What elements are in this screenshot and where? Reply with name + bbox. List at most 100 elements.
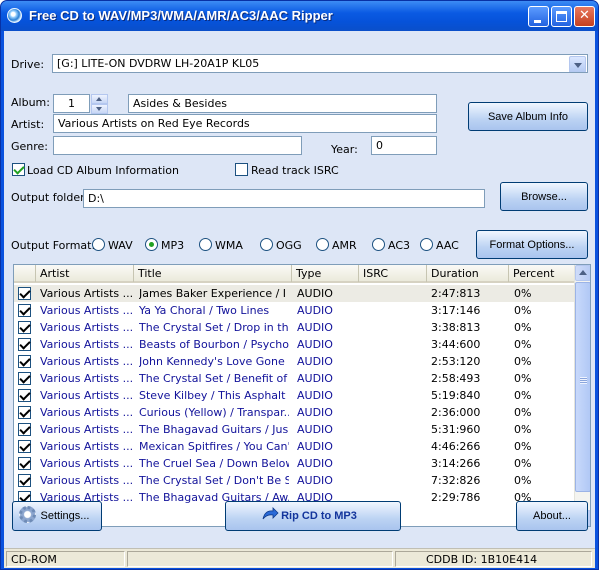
format-label-mp3[interactable]: MP3: [161, 239, 184, 252]
output-folder-field[interactable]: D:\: [83, 189, 485, 208]
track-checkbox[interactable]: [18, 457, 31, 470]
genre-field[interactable]: [53, 136, 302, 155]
year-label: Year:: [331, 143, 358, 156]
track-title: Steve Kilbey / This Asphalt ...: [139, 389, 289, 402]
table-row[interactable]: Various Artists ... The Crystal Set / Ben…: [14, 370, 576, 387]
table-row[interactable]: Various Artists ... The Crystal Set / Don…: [14, 472, 576, 489]
load-cd-info-label[interactable]: Load CD Album Information: [27, 164, 179, 177]
format-options-button[interactable]: Format Options...: [476, 230, 588, 259]
load-cd-info-checkbox[interactable]: [12, 163, 25, 176]
track-percent: 0%: [514, 406, 532, 419]
format-radio-wma[interactable]: [199, 238, 212, 251]
table-row[interactable]: Various Artists ... The Bhagavad Guitars …: [14, 421, 576, 438]
drive-label: Drive:: [11, 58, 45, 71]
table-row[interactable]: Various Artists ... Ya Ya Choral / Two Li…: [14, 302, 576, 319]
column-header-percent[interactable]: Percent: [509, 265, 576, 282]
save-album-info-button[interactable]: Save Album Info: [468, 102, 588, 131]
track-checkbox[interactable]: [18, 321, 31, 334]
format-radio-wav[interactable]: [92, 238, 105, 251]
table-row[interactable]: Various Artists ... The Cruel Sea / Down …: [14, 455, 576, 472]
table-row[interactable]: Various Artists ... Steve Kilbey / This A…: [14, 387, 576, 404]
format-label-amr[interactable]: AMR: [332, 239, 357, 252]
track-percent: 0%: [514, 338, 532, 351]
about-button[interactable]: About...: [516, 501, 588, 531]
track-type: AUDIO: [297, 474, 333, 487]
format-radio-ac3[interactable]: [372, 238, 385, 251]
format-radio-mp3[interactable]: [145, 238, 158, 251]
title-bar[interactable]: Free CD to WAV/MP3/WMA/AMR/AC3/AAC Rippe…: [1, 1, 598, 31]
column-header-artist[interactable]: Artist: [36, 265, 134, 282]
format-label-ogg[interactable]: OGG: [276, 239, 302, 252]
column-header-check[interactable]: [14, 265, 36, 282]
track-checkbox[interactable]: [18, 338, 31, 351]
maximize-button[interactable]: [551, 6, 572, 27]
track-duration: 3:14:266: [431, 457, 481, 470]
table-row[interactable]: Various Artists ... John Kennedy's Love G…: [14, 353, 576, 370]
track-checkbox[interactable]: [18, 372, 31, 385]
track-checkbox[interactable]: [18, 440, 31, 453]
format-label-wma[interactable]: WMA: [215, 239, 243, 252]
track-type: AUDIO: [297, 287, 333, 300]
table-row[interactable]: Various Artists ... Beasts of Bourbon / P…: [14, 336, 576, 353]
track-type: AUDIO: [297, 372, 333, 385]
track-checkbox[interactable]: [18, 406, 31, 419]
scroll-up-icon[interactable]: [575, 265, 590, 281]
spin-up-icon[interactable]: [91, 94, 108, 104]
track-title: The Cruel Sea / Down Below: [139, 457, 289, 470]
track-duration: 2:36:000: [431, 406, 481, 419]
chevron-down-icon[interactable]: [569, 56, 586, 72]
track-checkbox[interactable]: [18, 287, 31, 300]
track-type: AUDIO: [297, 406, 333, 419]
track-checkbox[interactable]: [18, 304, 31, 317]
format-radio-ogg[interactable]: [260, 238, 273, 251]
table-row[interactable]: Various Artists ... The Crystal Set / Dro…: [14, 319, 576, 336]
rip-button[interactable]: Rip CD to MP3: [225, 501, 401, 531]
track-type: AUDIO: [297, 338, 333, 351]
scrollbar-thumb[interactable]: [575, 282, 590, 492]
app-window: Free CD to WAV/MP3/WMA/AMR/AC3/AAC Rippe…: [0, 0, 599, 570]
drive-select[interactable]: [G:] LITE-ON DVDRW LH-20A1P KL05: [52, 54, 588, 73]
album-name-field[interactable]: Asides & Besides: [128, 94, 437, 113]
album-number-field[interactable]: 1: [53, 94, 90, 113]
spin-down-icon[interactable]: [91, 104, 108, 114]
format-label-wav[interactable]: WAV: [108, 239, 133, 252]
main-panel: Drive: [G:] LITE-ON DVDRW LH-20A1P KL05 …: [4, 31, 595, 568]
track-checkbox[interactable]: [18, 474, 31, 487]
track-checkbox[interactable]: [18, 355, 31, 368]
track-checkbox[interactable]: [18, 423, 31, 436]
read-isrc-label[interactable]: Read track ISRC: [251, 164, 339, 177]
track-artist: Various Artists ...: [40, 440, 134, 453]
column-header-duration[interactable]: Duration: [427, 265, 509, 282]
format-label-aac[interactable]: AAC: [436, 239, 459, 252]
status-panel-middle: [127, 551, 393, 567]
track-title: Beasts of Bourbon / Psycho: [139, 338, 289, 351]
track-list-scrollbar[interactable]: [574, 265, 590, 526]
format-label-ac3[interactable]: AC3: [388, 239, 410, 252]
artist-field[interactable]: Various Artists on Red Eye Records: [53, 114, 437, 133]
column-header-type[interactable]: Type: [292, 265, 359, 282]
column-header-isrc[interactable]: ISRC: [359, 265, 427, 282]
year-field[interactable]: 0: [371, 136, 437, 155]
minimize-button[interactable]: [528, 6, 549, 27]
format-radio-aac[interactable]: [420, 238, 433, 251]
settings-button[interactable]: Settings...: [12, 501, 102, 531]
track-duration: 3:38:813: [431, 321, 481, 334]
format-radio-amr[interactable]: [316, 238, 329, 251]
track-checkbox[interactable]: [18, 389, 31, 402]
table-row[interactable]: Various Artists ... James Baker Experienc…: [14, 285, 576, 302]
track-percent: 0%: [514, 372, 532, 385]
track-list[interactable]: Artist Title Type ISRC Duration Percent …: [13, 264, 591, 527]
album-number-spinner[interactable]: [91, 94, 108, 114]
track-title: The Bhagavad Guitars / Jus...: [139, 423, 289, 436]
table-row[interactable]: Various Artists ... Mexican Spitfires / Y…: [14, 438, 576, 455]
column-header-title[interactable]: Title: [134, 265, 292, 282]
browse-button[interactable]: Browse...: [500, 182, 588, 211]
track-title: John Kennedy's Love Gone ...: [139, 355, 289, 368]
track-artist: Various Artists ...: [40, 474, 134, 487]
close-button[interactable]: ✕: [574, 6, 595, 27]
table-row[interactable]: Various Artists ... Curious (Yellow) / Tr…: [14, 404, 576, 421]
cd-icon: [7, 8, 22, 23]
track-percent: 0%: [514, 474, 532, 487]
settings-label: Settings...: [40, 510, 90, 522]
read-isrc-checkbox[interactable]: [235, 163, 248, 176]
